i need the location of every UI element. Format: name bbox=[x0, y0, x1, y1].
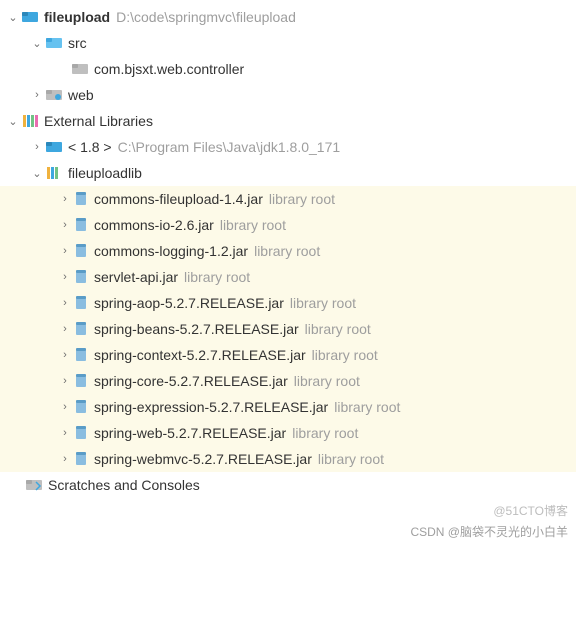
chevron-down-icon[interactable]: ⌄ bbox=[6, 115, 20, 128]
project-tree: ⌄ fileupload D:\code\springmvc\fileuploa… bbox=[0, 0, 576, 498]
jar-tag: library root bbox=[305, 321, 371, 337]
jar-icon bbox=[74, 400, 88, 414]
chevron-right-icon[interactable]: › bbox=[58, 349, 72, 361]
project-name: fileupload bbox=[44, 9, 110, 25]
chevron-right-icon[interactable]: › bbox=[58, 219, 72, 231]
chevron-right-icon[interactable]: › bbox=[58, 401, 72, 413]
chevron-down-icon[interactable]: ⌄ bbox=[6, 11, 20, 24]
source-folder-icon bbox=[46, 36, 62, 50]
jar-icon bbox=[74, 244, 88, 258]
tree-node-scratches[interactable]: Scratches and Consoles bbox=[0, 472, 576, 498]
chevron-right-icon[interactable]: › bbox=[30, 141, 44, 153]
tree-node-fileuploadlib[interactable]: ⌄ fileuploadlib bbox=[0, 160, 576, 186]
jar-icon bbox=[74, 218, 88, 232]
jar-name: spring-core-5.2.7.RELEASE.jar bbox=[94, 373, 288, 389]
jar-tag: library root bbox=[334, 399, 400, 415]
tree-node-src[interactable]: ⌄ src bbox=[0, 30, 576, 56]
jar-name: commons-logging-1.2.jar bbox=[94, 243, 248, 259]
jar-name: commons-fileupload-1.4.jar bbox=[94, 191, 263, 207]
tree-node-jdk[interactable]: › < 1.8 > C:\Program Files\Java\jdk1.8.0… bbox=[0, 134, 576, 160]
package-icon bbox=[72, 62, 88, 76]
web-folder-icon bbox=[46, 88, 62, 102]
jar-name: commons-io-2.6.jar bbox=[94, 217, 214, 233]
jar-tag: library root bbox=[294, 373, 360, 389]
scratches-icon bbox=[26, 478, 42, 492]
jar-icon bbox=[74, 192, 88, 206]
node-label: com.bjsxt.web.controller bbox=[94, 61, 244, 77]
tree-node-external-libraries[interactable]: ⌄ External Libraries bbox=[0, 108, 576, 134]
watermark-text: @51CTO博客 bbox=[0, 498, 576, 521]
jar-icon bbox=[74, 426, 88, 440]
jar-icon bbox=[74, 296, 88, 310]
jar-name: spring-web-5.2.7.RELEASE.jar bbox=[94, 425, 286, 441]
tree-node-jar[interactable]: › commons-fileupload-1.4.jar library root bbox=[0, 186, 576, 212]
jar-tag: library root bbox=[318, 451, 384, 467]
module-icon bbox=[22, 10, 38, 24]
jar-icon bbox=[74, 348, 88, 362]
tree-node-jar[interactable]: › servlet-api.jar library root bbox=[0, 264, 576, 290]
jar-icon bbox=[74, 270, 88, 284]
jar-tag: library root bbox=[254, 243, 320, 259]
chevron-right-icon[interactable]: › bbox=[58, 297, 72, 309]
node-label: fileuploadlib bbox=[68, 165, 142, 181]
jar-name: spring-context-5.2.7.RELEASE.jar bbox=[94, 347, 306, 363]
tree-node-jar[interactable]: › spring-web-5.2.7.RELEASE.jar library roo… bbox=[0, 420, 576, 446]
footer-text: CSDN @脑袋不灵光的小白羊 bbox=[0, 521, 576, 546]
jar-name: spring-webmvc-5.2.7.RELEASE.jar bbox=[94, 451, 312, 467]
chevron-right-icon[interactable]: › bbox=[58, 427, 72, 439]
node-label: External Libraries bbox=[44, 113, 153, 129]
jar-tag: library root bbox=[184, 269, 250, 285]
tree-node-jar[interactable]: › spring-core-5.2.7.RELEASE.jar library ro… bbox=[0, 368, 576, 394]
tree-node-project-root[interactable]: ⌄ fileupload D:\code\springmvc\fileuploa… bbox=[0, 4, 576, 30]
jdk-version: < 1.8 > bbox=[68, 139, 112, 155]
jar-icon bbox=[74, 322, 88, 336]
jdk-path: C:\Program Files\Java\jdk1.8.0_171 bbox=[118, 139, 341, 155]
jar-tag: library root bbox=[269, 191, 335, 207]
node-label: web bbox=[68, 87, 94, 103]
jar-tag: library root bbox=[312, 347, 378, 363]
jar-list: ›commons-fileupload-1.4.jarlibrary root›… bbox=[0, 186, 576, 472]
library-icon bbox=[46, 166, 62, 180]
project-path: D:\code\springmvc\fileupload bbox=[116, 9, 296, 25]
chevron-right-icon[interactable]: › bbox=[58, 453, 72, 465]
jar-tag: library root bbox=[220, 217, 286, 233]
chevron-right-icon[interactable]: › bbox=[58, 375, 72, 387]
jar-icon bbox=[74, 452, 88, 466]
chevron-right-icon[interactable]: › bbox=[58, 271, 72, 283]
node-label: src bbox=[68, 35, 87, 51]
chevron-right-icon[interactable]: › bbox=[58, 323, 72, 335]
jar-name: spring-beans-5.2.7.RELEASE.jar bbox=[94, 321, 299, 337]
jar-tag: library root bbox=[292, 425, 358, 441]
chevron-right-icon[interactable]: › bbox=[30, 89, 44, 101]
jar-name: servlet-api.jar bbox=[94, 269, 178, 285]
jar-icon bbox=[74, 374, 88, 388]
node-label: Scratches and Consoles bbox=[48, 477, 200, 493]
tree-node-jar[interactable]: › spring-beans-5.2.7.RELEASE.jar library r… bbox=[0, 316, 576, 342]
tree-node-package[interactable]: com.bjsxt.web.controller bbox=[0, 56, 576, 82]
tree-node-jar[interactable]: › spring-aop-5.2.7.RELEASE.jar library roo… bbox=[0, 290, 576, 316]
chevron-right-icon[interactable]: › bbox=[58, 193, 72, 205]
jar-name: spring-aop-5.2.7.RELEASE.jar bbox=[94, 295, 284, 311]
chevron-right-icon[interactable]: › bbox=[58, 245, 72, 257]
tree-node-jar[interactable]: › spring-expression-5.2.7.RELEASE.jar libr… bbox=[0, 394, 576, 420]
chevron-down-icon[interactable]: ⌄ bbox=[30, 37, 44, 50]
tree-node-jar[interactable]: › commons-logging-1.2.jar library root bbox=[0, 238, 576, 264]
chevron-down-icon[interactable]: ⌄ bbox=[30, 167, 44, 180]
jdk-icon bbox=[46, 140, 62, 154]
jar-tag: library root bbox=[290, 295, 356, 311]
libraries-icon bbox=[22, 114, 38, 128]
tree-node-web[interactable]: › web bbox=[0, 82, 576, 108]
tree-node-jar[interactable]: › spring-context-5.2.7.RELEASE.jar library… bbox=[0, 342, 576, 368]
tree-node-jar[interactable]: › spring-webmvc-5.2.7.RELEASE.jar library … bbox=[0, 446, 576, 472]
jar-name: spring-expression-5.2.7.RELEASE.jar bbox=[94, 399, 328, 415]
tree-node-jar[interactable]: › commons-io-2.6.jar library root bbox=[0, 212, 576, 238]
